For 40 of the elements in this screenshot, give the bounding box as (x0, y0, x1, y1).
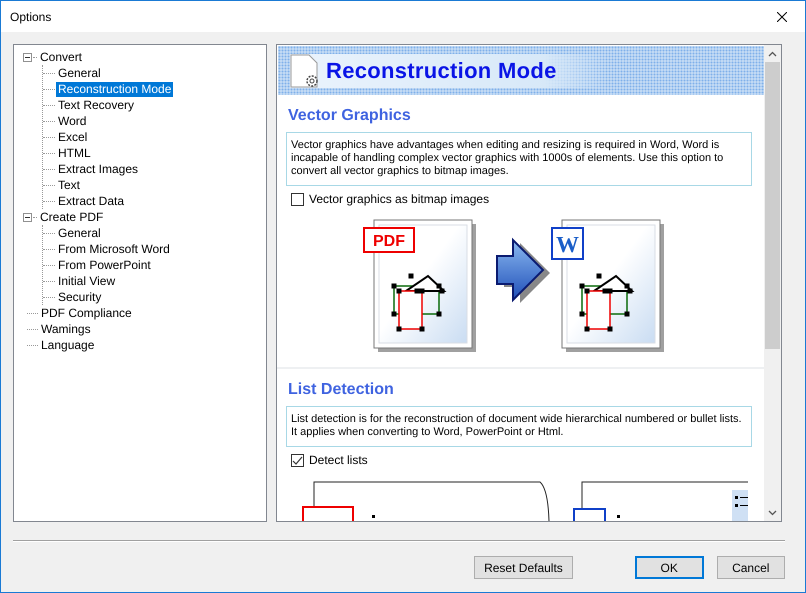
tree-item[interactable]: From PowerPoint (56, 258, 153, 272)
tree-item[interactable]: HTML (56, 146, 93, 160)
tree-item[interactable]: Excel (56, 130, 90, 144)
description-text: Vector graphics have advantages when editing and resizing is required in Word, Word is incapable of handling complex vector graphics with 1000s of elements. Use this option to convert all vector graphics to bitmap images. (286, 132, 752, 186)
window-title: Options (10, 10, 52, 24)
tree-item[interactable]: Reconstruction Mode (56, 82, 174, 96)
tree-item[interactable]: Extract Data (56, 194, 126, 208)
checkbox[interactable] (291, 192, 304, 206)
scrollbar[interactable] (764, 45, 781, 521)
pdf-to-word-conversion-drawing: PDF W (363, 218, 675, 355)
tree-item[interactable]: Extract Images (56, 162, 140, 176)
tree-item[interactable]: General (56, 66, 103, 80)
dialog-button[interactable]: OK (634, 556, 704, 579)
tree-item[interactable]: PDF Compliance (39, 306, 134, 320)
checkbox[interactable] (291, 454, 304, 466)
section-heading: List Detection (288, 381, 395, 399)
option-checkbox[interactable]: Vector graphics as bitmap images (291, 192, 752, 206)
tree-item[interactable]: Language (39, 338, 96, 352)
tree-item[interactable]: Convert (38, 50, 84, 64)
document-gear-icon (290, 54, 320, 88)
option-checkbox[interactable]: Detect lists (291, 453, 752, 467)
scroll-up-icon[interactable] (768, 50, 777, 56)
tree-item[interactable]: Wamings (39, 322, 93, 336)
tree-item[interactable]: Initial View (56, 274, 118, 288)
description-text: List detection is for the reconstruction of document wide hierarchical numbered or bullet lists. It applies when converting to Word, PowerPoint or Html. (286, 406, 752, 447)
tree-item[interactable]: Security (56, 290, 104, 304)
tree-item[interactable]: Text Recovery (56, 98, 136, 112)
page-title: Reconstruction Mode (326, 58, 557, 84)
scroll-down-icon[interactable] (768, 510, 777, 516)
dialog-button[interactable]: Cancel (716, 556, 785, 579)
collapse-toggle[interactable] (23, 212, 32, 222)
tree-item[interactable]: Word (56, 114, 88, 128)
collapse-toggle[interactable] (23, 52, 32, 62)
tree-item[interactable]: General (56, 226, 103, 240)
tree-item[interactable]: From Microsoft Word (56, 242, 172, 256)
dialog-button[interactable]: Reset Defaults (474, 556, 573, 579)
section-heading: Vector Graphics (288, 107, 412, 125)
close-icon[interactable] (777, 12, 787, 22)
tree-item[interactable]: Create PDF (38, 210, 106, 224)
tree-item[interactable]: Text (56, 178, 82, 192)
